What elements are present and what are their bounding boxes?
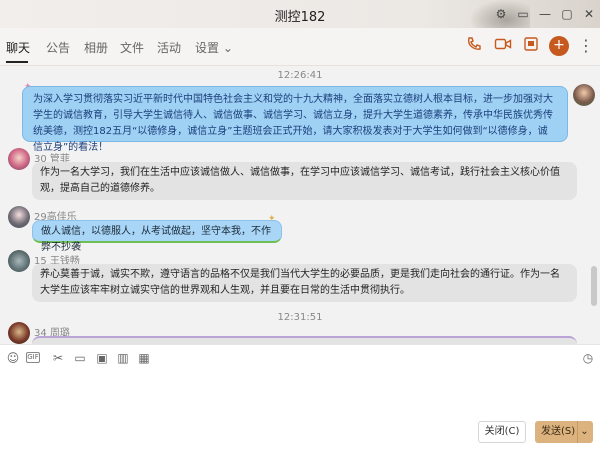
sparkle-icon: ✦ xyxy=(268,214,276,224)
more-icon[interactable]: ⋮ xyxy=(576,36,596,56)
scissors-icon[interactable]: ✂ xyxy=(50,350,66,366)
window-title: 测控182 xyxy=(274,10,326,25)
screenshare-icon[interactable] xyxy=(521,36,541,56)
pin-icon[interactable]: ▭ xyxy=(514,5,532,23)
timestamp: 12:26:41 xyxy=(277,70,323,81)
tab-settings[interactable]: 设置 ⌄ xyxy=(195,39,233,56)
send-options-icon[interactable]: ⌄ xyxy=(577,421,591,443)
tab-chat[interactable]: 聊天 xyxy=(6,39,30,56)
chat-history[interactable]: 12:26:41 ✦ 为深入学习贯彻落实习近平新时代中国特色社会主义和党的十九大… xyxy=(0,66,600,344)
avatar[interactable] xyxy=(8,322,30,344)
avatar[interactable] xyxy=(8,148,30,170)
maximize-button[interactable]: ▢ xyxy=(558,5,576,23)
active-tab-indicator xyxy=(6,61,28,63)
title-bar: 测控182 ⚙ ▭ — ▢ ✕ xyxy=(0,0,600,28)
send-button[interactable]: 发送(S) ⌄ xyxy=(535,421,593,443)
phone-icon[interactable] xyxy=(464,36,484,56)
input-toolbar: ☺ GIF ✂ ▭ ▣ ▥ ▦ ◷ xyxy=(0,344,600,370)
add-icon[interactable]: + xyxy=(549,36,569,56)
avatar[interactable] xyxy=(573,84,595,106)
tab-activity[interactable]: 活动 xyxy=(157,39,181,56)
scrollbar[interactable] xyxy=(591,266,597,306)
history-icon[interactable]: ◷ xyxy=(580,350,596,366)
message-bubble[interactable]: 养心莫善于诚，诚实不欺，遵守语言的品格不仅是我们当代大学生的必要品质，更是我们走… xyxy=(32,264,577,302)
minimize-button[interactable]: — xyxy=(536,5,554,23)
tab-files[interactable]: 文件 xyxy=(120,39,144,56)
message-bubble[interactable]: 为深入学习贯彻落实习近平新时代中国特色社会主义和党的十九大精神，全面落实立德树人… xyxy=(22,86,568,153)
tab-album[interactable]: 相册 xyxy=(84,39,108,56)
timestamp: 12:31:51 xyxy=(277,312,323,323)
avatar[interactable] xyxy=(8,206,30,228)
emoji-icon[interactable]: ☺ xyxy=(5,350,21,366)
close-window-button[interactable]: ✕ xyxy=(580,5,598,23)
message-bubble[interactable]: 做人诚信，以德服人，从考试做起，坚守本我，不作弊不抄袭 xyxy=(32,220,282,253)
message-bubble[interactable]: 作为一名大学习，我们在生活中应该诚信做人、诚信做事，在学习中应该诚信学习、诚信考… xyxy=(32,162,577,200)
tab-announcement[interactable]: 公告 xyxy=(46,39,70,56)
close-button[interactable]: 关闭(C) xyxy=(478,421,526,443)
voice-icon[interactable]: ▥ xyxy=(115,350,131,366)
skin-icon[interactable]: ⚙ xyxy=(492,5,510,23)
more-tools-icon[interactable]: ▦ xyxy=(136,350,152,366)
send-button-label: 发送(S) xyxy=(541,426,576,437)
gif-icon[interactable]: GIF xyxy=(26,352,40,363)
message-input[interactable] xyxy=(0,370,600,414)
message-bubble[interactable] xyxy=(32,336,577,344)
avatar[interactable] xyxy=(8,250,30,272)
video-icon[interactable] xyxy=(493,36,513,56)
message-input-area[interactable] xyxy=(0,370,600,414)
image-icon[interactable]: ▣ xyxy=(94,350,110,366)
folder-icon[interactable]: ▭ xyxy=(72,350,88,366)
action-bar: 关闭(C) 发送(S) ⌄ xyxy=(0,414,600,450)
